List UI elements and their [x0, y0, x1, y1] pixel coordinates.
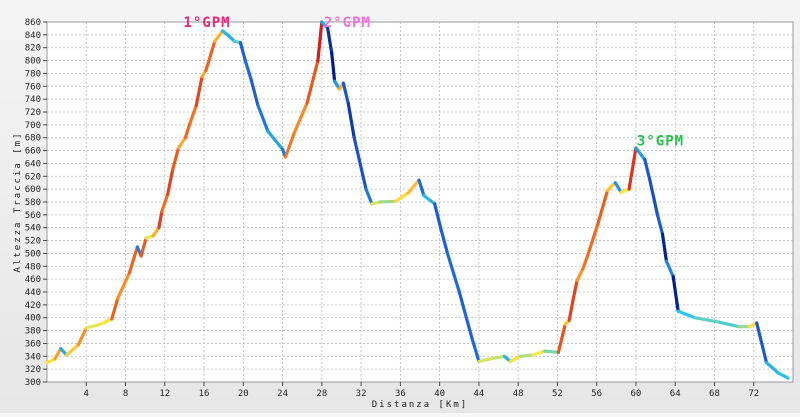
y-tick-label: 340 — [25, 352, 41, 362]
y-tick-label: 460 — [25, 275, 41, 285]
elevation-profile-window: 300 320 340 360 380 400 420 440 460 480 500 520 540 5… — [0, 0, 800, 413]
x-tick-label: 16 — [199, 389, 210, 399]
y-tick-label: 680 — [25, 134, 41, 144]
y-tick-label: 540 — [25, 224, 41, 234]
y-tick-label: 520 — [25, 237, 41, 247]
profile-segment — [492, 354, 506, 360]
gpm-annotation: 2°GPM — [324, 15, 371, 31]
x-tick-label: 36 — [395, 389, 406, 399]
gpm-annotation: 3°GPM — [637, 133, 684, 149]
x-axis-title: Distanza [Km] — [372, 400, 468, 410]
y-tick-label: 740 — [25, 95, 41, 105]
profile-segment — [518, 353, 535, 358]
y-tick-label: 500 — [25, 249, 41, 259]
x-tick-label: 64 — [670, 389, 681, 399]
x-tick-label: 8 — [123, 389, 128, 399]
y-tick-label: 860 — [25, 18, 41, 28]
x-tick-label: 56 — [591, 389, 602, 399]
y-tick-label: 400 — [25, 314, 41, 324]
x-tick-label: 52 — [552, 389, 563, 399]
y-tick-label: 440 — [25, 288, 41, 298]
y-tick-label: 360 — [25, 339, 41, 349]
x-tick-label: 40 — [434, 389, 445, 399]
y-tick-label: 320 — [25, 365, 41, 375]
profile-segment — [378, 199, 398, 204]
y-tick-label: 620 — [25, 172, 41, 182]
y-tick-label: 380 — [25, 327, 41, 337]
y-tick-label: 780 — [25, 69, 41, 79]
y-tick-label: 560 — [25, 211, 41, 221]
y-axis-title: Altezza Traccia [m] — [13, 132, 23, 273]
x-tick-label: 12 — [159, 389, 170, 399]
y-tick-label: 480 — [25, 262, 41, 272]
y-tick-label: 600 — [25, 185, 41, 195]
x-tick-label: 28 — [316, 389, 327, 399]
y-tick-label: 580 — [25, 198, 41, 208]
x-tick-label: 20 — [238, 389, 249, 399]
x-tick-label: 60 — [631, 389, 642, 399]
x-tick-label: 68 — [709, 389, 720, 399]
y-tick-label: 720 — [25, 108, 41, 118]
y-tick-label: 840 — [25, 31, 41, 41]
y-tick-label: 800 — [25, 57, 41, 67]
profile-segment — [543, 349, 561, 354]
x-tick-label: 72 — [748, 389, 759, 399]
y-tick-label: 660 — [25, 147, 41, 157]
y-tick-label: 420 — [25, 301, 41, 311]
x-tick-label: 44 — [473, 389, 484, 399]
y-tick-label: 700 — [25, 121, 41, 131]
elevation-chart: 3003203403603804004204404604805005205405… — [0, 0, 800, 413]
x-tick-label: 24 — [277, 389, 288, 399]
x-tick-label: 4 — [84, 389, 89, 399]
y-tick-label: 300 — [25, 378, 41, 388]
gpm-annotation: 1°GPM — [183, 15, 230, 31]
x-tick-label: 32 — [356, 389, 367, 399]
x-tick-label: 48 — [513, 389, 524, 399]
y-tick-label: 760 — [25, 82, 41, 92]
y-tick-label: 820 — [25, 44, 41, 54]
y-tick-label: 640 — [25, 159, 41, 169]
